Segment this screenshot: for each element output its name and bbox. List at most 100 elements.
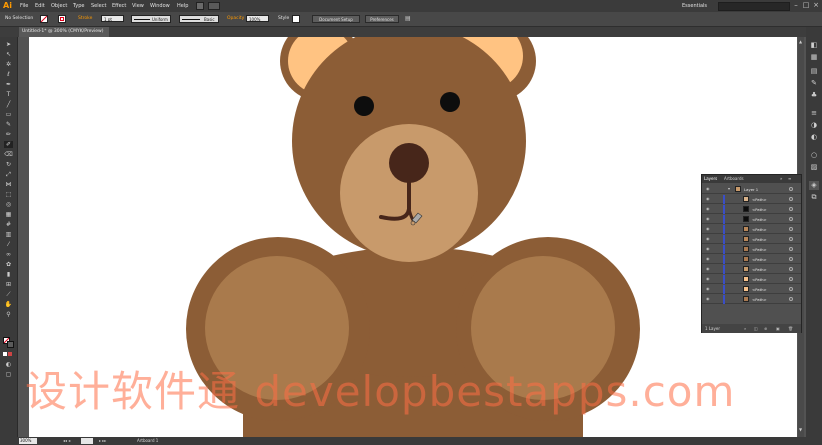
- document-tab[interactable]: Untitled-1* @ 300% (CMYK/Preview): [19, 27, 109, 37]
- type-tool-icon[interactable]: T: [4, 91, 13, 98]
- color-mode-button[interactable]: [3, 352, 7, 356]
- blend-tool-icon[interactable]: ∞: [4, 251, 13, 258]
- layers-panel-icon[interactable]: ◈: [809, 181, 819, 190]
- sublayer-row[interactable]: ◉ <Path>: [702, 225, 801, 234]
- sublayer-row[interactable]: ◉ <Path>: [702, 265, 801, 274]
- new-layer-icon[interactable]: ▣: [776, 324, 780, 333]
- sublayer-row[interactable]: ◉ <Path>: [702, 285, 801, 294]
- stroke-panel-icon[interactable]: ≡: [809, 109, 819, 118]
- visibility-eye-icon[interactable]: ◉: [706, 257, 711, 261]
- sublayer-name[interactable]: <Path>: [752, 285, 767, 294]
- direct-selection-tool-icon[interactable]: ↖: [4, 51, 13, 58]
- sublayer-row[interactable]: ◉ <Path>: [702, 235, 801, 244]
- target-circle-icon[interactable]: [789, 187, 793, 191]
- collapse-panel-icon[interactable]: »: [780, 175, 782, 183]
- target-circle-icon[interactable]: [789, 217, 793, 221]
- brush-definition[interactable]: Basic: [179, 15, 219, 23]
- pencil-tool-icon[interactable]: ✏: [4, 131, 13, 138]
- paintbrush-tool-icon[interactable]: ✎: [4, 121, 13, 128]
- gradient-tool-icon[interactable]: ▥: [4, 231, 13, 238]
- artboards-panel-icon[interactable]: ⧉: [809, 193, 819, 202]
- visibility-eye-icon[interactable]: ◉: [706, 287, 711, 291]
- sublayer-row[interactable]: ◉ <Path>: [702, 275, 801, 284]
- gradient-panel-icon[interactable]: ◑: [809, 121, 819, 130]
- menu-window[interactable]: Window: [150, 0, 170, 12]
- sublayer-name[interactable]: <Path>: [752, 215, 767, 224]
- visibility-eye-icon[interactable]: ◉: [706, 237, 711, 241]
- line-segment-tool-icon[interactable]: ╱: [4, 101, 13, 108]
- visibility-eye-icon[interactable]: ◉: [706, 217, 711, 221]
- arrange-icon[interactable]: ▤: [405, 15, 417, 23]
- target-circle-icon[interactable]: [789, 207, 793, 211]
- sublayer-name[interactable]: <Path>: [752, 235, 767, 244]
- sublayer-row[interactable]: ◉ <Path>: [702, 195, 801, 204]
- menu-effect[interactable]: Effect: [112, 0, 126, 12]
- sublayer-row[interactable]: ◉ <Path>: [702, 205, 801, 214]
- selection-tool-icon[interactable]: ➤: [4, 41, 13, 48]
- minimize-icon[interactable]: –: [792, 1, 800, 10]
- stroke-weight-field[interactable]: 1 pt: [101, 15, 124, 22]
- search-input[interactable]: [718, 2, 790, 11]
- hand-tool-icon[interactable]: ✋: [4, 301, 13, 308]
- menu-view[interactable]: View: [132, 0, 144, 12]
- color-panel-icon[interactable]: ◧: [809, 41, 819, 50]
- target-circle-icon[interactable]: [789, 257, 793, 261]
- visibility-eye-icon[interactable]: ◉: [706, 207, 711, 211]
- stroke-swatch[interactable]: [58, 15, 66, 23]
- sublayer-row[interactable]: ◉ <Path>: [702, 215, 801, 224]
- blob-brush-tool-icon[interactable]: ✐: [4, 141, 13, 148]
- artboard-tool-icon[interactable]: ⊞: [4, 281, 13, 288]
- clipping-mask-icon[interactable]: ◫: [754, 324, 758, 333]
- preferences-button[interactable]: Preferences: [365, 15, 399, 23]
- graphic-styles-panel-icon[interactable]: ▨: [809, 163, 819, 172]
- opacity-field[interactable]: 100%: [246, 15, 269, 22]
- target-circle-icon[interactable]: [789, 297, 793, 301]
- slice-tool-icon[interactable]: ⟋: [4, 291, 13, 298]
- maximize-icon[interactable]: □: [802, 1, 810, 10]
- color-guide-icon[interactable]: ▦: [809, 53, 819, 62]
- document-setup-button[interactable]: Document Setup: [312, 15, 360, 23]
- graphic-style-swatch[interactable]: [292, 15, 300, 23]
- menu-help[interactable]: Help: [177, 0, 188, 12]
- width-tool-icon[interactable]: ⋈: [4, 181, 13, 188]
- shape-builder-tool-icon[interactable]: ◎: [4, 201, 13, 208]
- visibility-eye-icon[interactable]: ◉: [706, 267, 711, 271]
- sublayer-row[interactable]: ◉ <Path>: [702, 255, 801, 264]
- gradient-mode-button[interactable]: [8, 352, 12, 356]
- bridge-icon[interactable]: [196, 2, 204, 10]
- sublayer-name[interactable]: <Path>: [752, 195, 767, 204]
- target-circle-icon[interactable]: [789, 197, 793, 201]
- screen-mode-icon[interactable]: ▢: [4, 371, 13, 378]
- pen-tool-icon[interactable]: ✒: [4, 81, 13, 88]
- menu-file[interactable]: File: [20, 0, 28, 12]
- panel-menu-icon[interactable]: ≡: [788, 175, 791, 183]
- stroke-label[interactable]: Stroke: [78, 12, 92, 26]
- sublayer-name[interactable]: <Path>: [752, 205, 767, 214]
- layer-row[interactable]: ◉ ▾ Layer 1: [702, 185, 801, 194]
- target-circle-icon[interactable]: [789, 287, 793, 291]
- bear-left-eye[interactable]: [354, 96, 374, 116]
- zoom-tool-icon[interactable]: ⚲: [4, 311, 13, 318]
- layer-name[interactable]: Layer 1: [744, 185, 758, 194]
- visibility-eye-icon[interactable]: ◉: [706, 277, 711, 281]
- zoom-field[interactable]: 300%: [19, 438, 37, 444]
- target-circle-icon[interactable]: [789, 227, 793, 231]
- rectangle-tool-icon[interactable]: ▭: [4, 111, 13, 118]
- sublayer-name[interactable]: <Path>: [752, 265, 767, 274]
- free-transform-tool-icon[interactable]: ⬚: [4, 191, 13, 198]
- visibility-eye-icon[interactable]: ◉: [706, 227, 711, 231]
- menu-select[interactable]: Select: [91, 0, 106, 12]
- mesh-tool-icon[interactable]: #: [4, 221, 13, 228]
- target-circle-icon[interactable]: [789, 237, 793, 241]
- scroll-up-icon[interactable]: ▲: [799, 39, 802, 44]
- new-sublayer-icon[interactable]: ⊕: [764, 324, 767, 333]
- tab-layers[interactable]: Layers: [704, 175, 717, 183]
- variable-width-profile[interactable]: Uniform: [131, 15, 171, 23]
- menu-edit[interactable]: Edit: [35, 0, 45, 12]
- menu-object[interactable]: Object: [51, 0, 67, 12]
- fill-swatch[interactable]: [40, 15, 48, 23]
- bear-right-eye[interactable]: [440, 92, 460, 112]
- appearance-panel-icon[interactable]: ○: [809, 151, 819, 160]
- target-circle-icon[interactable]: [789, 267, 793, 271]
- sublayer-name[interactable]: <Path>: [752, 225, 767, 234]
